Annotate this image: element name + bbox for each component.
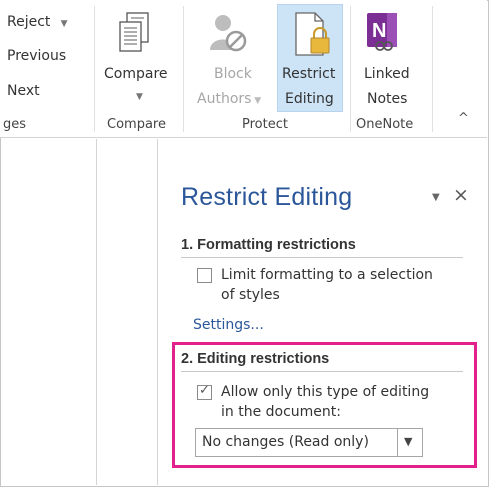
group-separator xyxy=(94,6,95,132)
limit-formatting-label-line1: Limit formatting to a selection xyxy=(221,267,433,283)
block-authors-icon xyxy=(210,15,247,52)
section-divider xyxy=(181,257,463,258)
editing-label: Editing xyxy=(285,91,334,107)
dropdown-separator xyxy=(397,429,398,456)
notes-label: Notes xyxy=(367,91,408,107)
compare-dropdown-icon: ▼ xyxy=(136,92,143,102)
block-label: Block xyxy=(214,66,252,82)
dropdown-selected-value: No changes (Read only) xyxy=(202,434,369,450)
onenote-icon: N xyxy=(367,13,397,51)
restrict-label: Restrict xyxy=(282,66,336,82)
compare-icon xyxy=(119,12,149,52)
previous-button[interactable]: Previous xyxy=(7,48,66,64)
formatting-restrictions-heading: 1. Formatting restrictions xyxy=(181,237,356,253)
collapse-ribbon-icon[interactable]: ^ xyxy=(458,111,469,126)
linked-label: Linked xyxy=(364,66,410,82)
settings-link[interactable]: Settings... xyxy=(193,317,264,333)
svg-text:N: N xyxy=(372,20,386,42)
allow-editing-checkbox[interactable]: ✓ xyxy=(197,383,212,400)
limit-formatting-label-line2: of styles xyxy=(221,287,280,303)
editing-restrictions-heading: 2. Editing restrictions xyxy=(181,351,330,367)
compare-group-label: Compare xyxy=(107,117,166,132)
pane-options-icon[interactable]: ▼ xyxy=(432,192,440,203)
allow-editing-label-line1: Allow only this type of editing xyxy=(221,384,430,400)
next-button[interactable]: Next xyxy=(7,83,40,99)
chevron-down-icon[interactable]: ▼ xyxy=(404,435,412,448)
reject-label: Reject xyxy=(7,14,51,30)
reject-button[interactable]: Reject ▼ xyxy=(7,14,68,30)
compare-label: Compare xyxy=(104,66,168,82)
checkmark-icon: ✓ xyxy=(199,383,210,398)
ribbon: Reject ▼ Previous Next ges Compare ▼ Com… xyxy=(0,0,487,138)
section-divider xyxy=(181,371,463,372)
authors-label: Authors ▼ xyxy=(197,91,262,107)
limit-formatting-checkbox[interactable] xyxy=(197,268,212,283)
pane-title: Restrict Editing xyxy=(181,183,353,211)
group-separator xyxy=(350,6,351,132)
page-edge xyxy=(157,139,158,485)
reject-dropdown-icon[interactable]: ▼ xyxy=(55,19,68,29)
restrict-editing-icon xyxy=(295,12,330,56)
allow-editing-label-line2: in the document: xyxy=(221,404,341,420)
changes-group-label: ges xyxy=(3,117,27,132)
group-separator xyxy=(432,6,433,132)
editing-type-dropdown[interactable]: No changes (Read only) ▼ xyxy=(195,428,423,457)
document-edge xyxy=(96,139,97,485)
protect-group-label: Protect xyxy=(242,117,288,132)
onenote-group-label: OneNote xyxy=(356,117,414,132)
restrict-editing-button[interactable]: Restrict Editing xyxy=(277,4,343,112)
close-icon[interactable]: × xyxy=(453,186,469,205)
group-separator xyxy=(183,6,184,132)
